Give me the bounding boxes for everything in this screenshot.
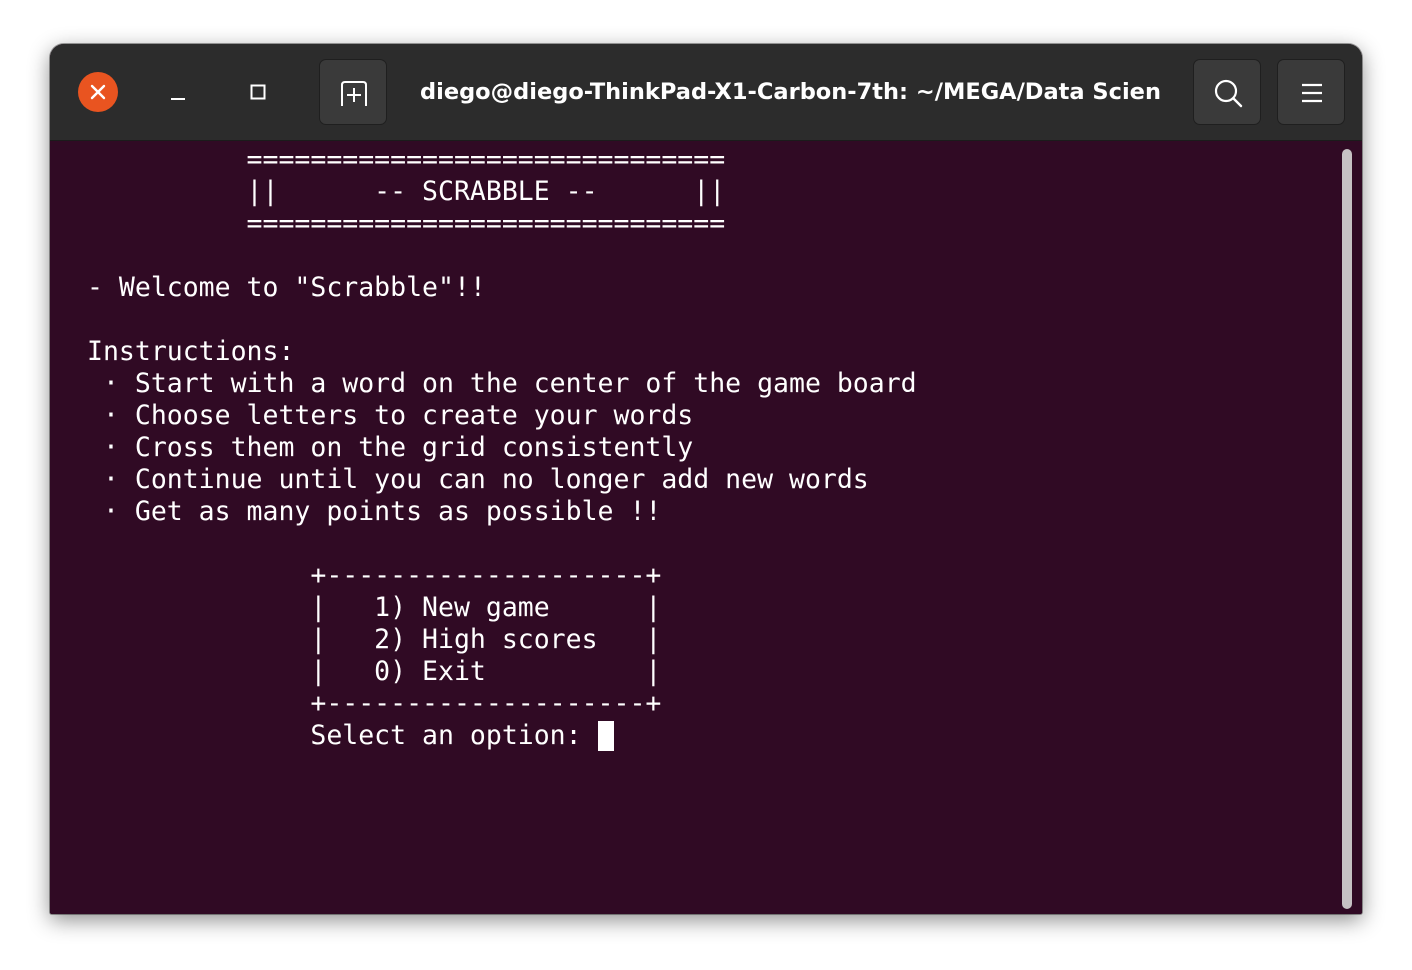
close-icon [90, 84, 106, 100]
banner-top: ============================== [87, 144, 726, 175]
title-bar[interactable]: diego@diego-ThinkPad-X1-Carbon-7th: ~/ME… [50, 44, 1362, 141]
scrollbar[interactable] [1342, 149, 1352, 909]
close-button[interactable] [78, 72, 118, 112]
welcome-message: - Welcome to "Scrabble"!! [87, 272, 486, 303]
window-title: diego@diego-ThinkPad-X1-Carbon-7th: ~/ME… [420, 79, 1160, 105]
new-tab-icon [341, 81, 367, 106]
instruction-item: · Get as many points as possible !! [87, 496, 662, 527]
instruction-item: · Cross them on the grid consistently [87, 432, 694, 463]
instruction-item: · Start with a word on the center of the… [87, 368, 917, 399]
menu-button[interactable] [1277, 59, 1345, 125]
maximize-icon [250, 84, 266, 100]
instructions-header: Instructions: [87, 336, 295, 367]
menu-option-exit: | 0) Exit | [87, 656, 662, 687]
search-icon [1214, 79, 1243, 108]
banner-title: || -- SCRABBLE -- || [87, 176, 726, 207]
text-cursor [597, 721, 614, 751]
banner-bottom: ============================== [87, 208, 726, 239]
menu-option-high-scores: | 2) High scores | [87, 624, 662, 655]
minimize-button[interactable] [158, 72, 198, 112]
instruction-item: · Continue until you can no longer add n… [87, 464, 869, 495]
instruction-item: · Choose letters to create your words [87, 400, 694, 431]
menu-border-top: +--------------------+ [87, 560, 662, 591]
prompt-text: Select an option: [87, 720, 598, 751]
menu-option-new-game: | 1) New game | [87, 592, 662, 623]
prompt-line[interactable]: Select an option: [87, 720, 614, 752]
terminal-window: diego@diego-ThinkPad-X1-Carbon-7th: ~/ME… [50, 44, 1362, 914]
terminal-output[interactable]: ============================== || -- SCR… [50, 141, 1362, 914]
new-tab-button[interactable] [319, 59, 387, 125]
search-button[interactable] [1193, 59, 1261, 125]
maximize-button[interactable] [238, 72, 278, 112]
menu-border-bottom: +--------------------+ [87, 688, 662, 719]
hamburger-menu-icon [1302, 83, 1322, 103]
minimize-icon [171, 98, 185, 100]
